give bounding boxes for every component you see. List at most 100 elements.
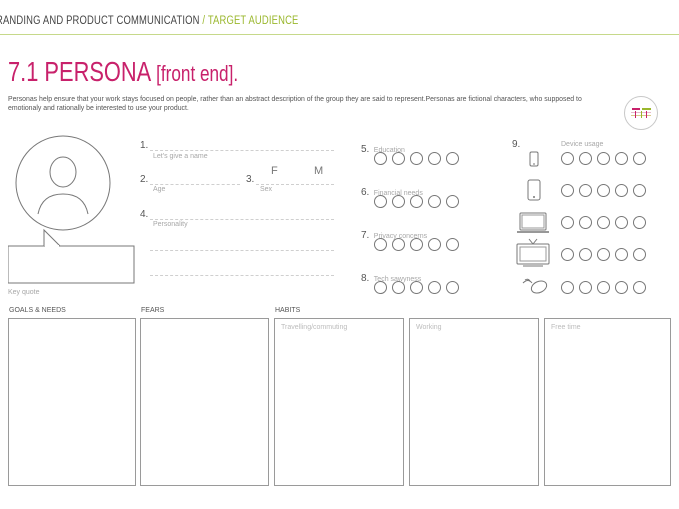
rating-privacy-scale bbox=[374, 238, 459, 251]
phone-small-icon bbox=[528, 151, 540, 167]
habit-free-time-box[interactable]: Free time bbox=[544, 318, 671, 486]
rating-circle[interactable] bbox=[615, 152, 628, 165]
laptop-icon bbox=[516, 211, 552, 235]
habit-free-time-label: Free time bbox=[551, 324, 581, 331]
rating-circle[interactable] bbox=[446, 152, 459, 165]
rating-circle[interactable] bbox=[410, 238, 423, 251]
rating-circle[interactable] bbox=[633, 281, 646, 294]
rating-tech-scale bbox=[374, 281, 459, 294]
header-divider bbox=[0, 34, 679, 35]
rating-circle[interactable] bbox=[428, 238, 441, 251]
rating-circle[interactable] bbox=[392, 195, 405, 208]
tv-icon bbox=[515, 238, 551, 268]
personality-line-1[interactable] bbox=[150, 219, 334, 220]
rating-circle[interactable] bbox=[597, 248, 610, 261]
rating-circle[interactable] bbox=[446, 195, 459, 208]
rating-circle[interactable] bbox=[446, 281, 459, 294]
rating-circle[interactable] bbox=[633, 216, 646, 229]
device-smartphone-scale bbox=[561, 184, 646, 197]
rating-circle[interactable] bbox=[410, 195, 423, 208]
rating-circle[interactable] bbox=[633, 248, 646, 261]
rating-circle[interactable] bbox=[615, 216, 628, 229]
rating-circle[interactable] bbox=[579, 184, 592, 197]
device-mouse-scale bbox=[561, 281, 646, 294]
rating-circle[interactable] bbox=[579, 281, 592, 294]
fears-heading: FEARS bbox=[141, 307, 165, 314]
rating-number: 7. bbox=[361, 230, 370, 241]
rating-circle[interactable] bbox=[392, 152, 405, 165]
rating-circle[interactable] bbox=[561, 248, 574, 261]
rating-circle[interactable] bbox=[392, 281, 405, 294]
habit-working-label: Working bbox=[416, 324, 442, 331]
rating-circle[interactable] bbox=[597, 281, 610, 294]
rating-circle[interactable] bbox=[374, 152, 387, 165]
page-title: 7.1 PERSONA [front end]. bbox=[8, 55, 238, 91]
field-personality-number: 4. bbox=[140, 209, 149, 220]
key-quote-label: Key quote bbox=[8, 289, 40, 296]
device-usage-label: Device usage bbox=[561, 141, 604, 148]
breadcrumb: RANDING AND PRODUCT COMMUNICATION / TARG… bbox=[0, 15, 299, 27]
avatar bbox=[8, 134, 138, 286]
rating-circle[interactable] bbox=[579, 152, 592, 165]
rating-circle[interactable] bbox=[633, 184, 646, 197]
rating-financial-scale bbox=[374, 195, 459, 208]
intro-text: Personas help ensure that your work stay… bbox=[8, 96, 582, 112]
field-age-label: Age bbox=[153, 186, 166, 193]
rating-circle[interactable] bbox=[561, 184, 574, 197]
rating-circle[interactable] bbox=[374, 195, 387, 208]
sex-option-f[interactable]: F bbox=[271, 165, 278, 177]
rating-education-scale bbox=[374, 152, 459, 165]
rating-circle[interactable] bbox=[615, 248, 628, 261]
smartphone-icon bbox=[526, 179, 542, 201]
rating-circle[interactable] bbox=[615, 281, 628, 294]
rating-circle[interactable] bbox=[392, 238, 405, 251]
personality-line-3[interactable] bbox=[150, 275, 334, 276]
habits-heading: HABITS bbox=[275, 307, 301, 314]
mouse-icon bbox=[522, 276, 550, 296]
rating-circle[interactable] bbox=[410, 281, 423, 294]
breadcrumb-section: TARGET AUDIENCE bbox=[207, 15, 299, 27]
goals-needs-heading: GOALS & NEEDS bbox=[9, 307, 66, 314]
rating-circle[interactable] bbox=[579, 216, 592, 229]
rating-circle[interactable] bbox=[597, 184, 610, 197]
rating-circle[interactable] bbox=[561, 281, 574, 294]
rating-circle[interactable] bbox=[446, 238, 459, 251]
rating-circle[interactable] bbox=[374, 281, 387, 294]
rating-circle[interactable] bbox=[561, 152, 574, 165]
rating-circle[interactable] bbox=[428, 195, 441, 208]
sex-option-m[interactable]: M bbox=[314, 165, 323, 177]
device-laptop-scale bbox=[561, 216, 646, 229]
habit-travel-box[interactable]: Travelling/commuting bbox=[274, 318, 404, 486]
rating-circle[interactable] bbox=[597, 152, 610, 165]
goals-needs-box[interactable] bbox=[8, 318, 136, 486]
rating-number: 6. bbox=[361, 187, 370, 198]
rating-circle[interactable] bbox=[410, 152, 423, 165]
rating-circle[interactable] bbox=[374, 238, 387, 251]
rating-circle[interactable] bbox=[615, 184, 628, 197]
habit-working-box[interactable]: Working bbox=[409, 318, 539, 486]
age-input-line[interactable] bbox=[150, 184, 240, 185]
sex-input-line[interactable] bbox=[256, 184, 334, 185]
rating-number: 8. bbox=[361, 273, 370, 284]
rating-circle[interactable] bbox=[428, 152, 441, 165]
rating-number: 5. bbox=[361, 144, 370, 155]
device-phone-scale bbox=[561, 152, 646, 165]
persona-badge-icon bbox=[624, 96, 658, 130]
habit-travel-label: Travelling/commuting bbox=[281, 324, 348, 331]
personality-line-2[interactable] bbox=[150, 250, 334, 251]
rating-circle[interactable] bbox=[633, 152, 646, 165]
field-name-label: Let's give a name bbox=[153, 153, 208, 160]
breadcrumb-separator: / bbox=[202, 15, 206, 27]
field-name-number: 1. bbox=[140, 140, 149, 151]
name-input-line[interactable] bbox=[150, 150, 334, 151]
breadcrumb-main: RANDING AND PRODUCT COMMUNICATION bbox=[0, 15, 200, 27]
device-usage-number: 9. bbox=[512, 139, 521, 150]
device-tv-scale bbox=[561, 248, 646, 261]
rating-circle[interactable] bbox=[561, 216, 574, 229]
rating-circle[interactable] bbox=[597, 216, 610, 229]
fears-box[interactable] bbox=[140, 318, 269, 486]
rating-circle[interactable] bbox=[428, 281, 441, 294]
field-sex-label: Sex bbox=[260, 186, 273, 193]
rating-circle[interactable] bbox=[579, 248, 592, 261]
field-sex-number: 3. bbox=[246, 174, 255, 185]
